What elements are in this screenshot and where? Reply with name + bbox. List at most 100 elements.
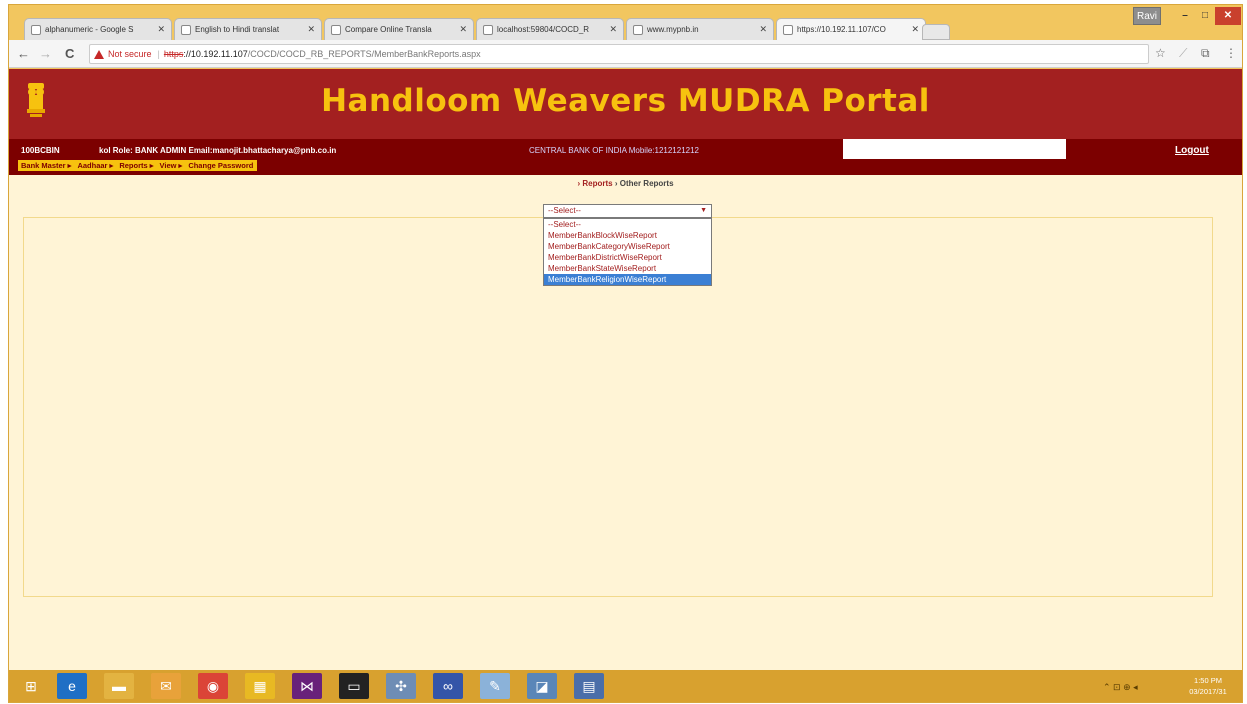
extension-icon[interactable]: ⟋ <box>1179 46 1187 61</box>
connector-icon: ∞ <box>443 678 453 694</box>
portal-title: Handloom Weavers MUDRA Portal <box>321 83 930 119</box>
taskbar-app-button[interactable]: ▭ <box>339 673 369 699</box>
menu-item[interactable]: Bank Master ▸ <box>21 161 71 170</box>
chevron-down-icon: ▼ <box>700 207 707 214</box>
menu-item[interactable]: Change Password <box>188 161 253 170</box>
visual-studio-icon: ⋈ <box>300 677 314 694</box>
tab-title: English to Hindi translat <box>195 25 280 34</box>
menu-item[interactable]: Aadhaar ▸ <box>77 161 113 170</box>
select-value: --Select-- <box>548 206 581 215</box>
close-window-button[interactable]: ✕ <box>1215 7 1241 25</box>
chrome-menu-icon[interactable]: ⋮ <box>1225 46 1237 60</box>
bookmark-star-icon[interactable]: ☆ <box>1155 46 1166 60</box>
tab-close-icon[interactable]: ✕ <box>459 24 467 35</box>
taskbar-app-button[interactable]: ✎ <box>480 673 510 699</box>
file-explorer-icon: ▬ <box>112 678 126 694</box>
report-option[interactable]: MemberBankBlockWiseReport <box>544 230 711 241</box>
page-favicon-icon <box>31 24 41 35</box>
windows-start-icon: ⊞ <box>25 677 37 694</box>
report-type-select[interactable]: --Select-- ▼ <box>543 204 712 218</box>
browser-toolbar: ← → C Not secure | https ://10.192.11.10… <box>9 40 1242 68</box>
url-protocol: https <box>163 49 184 59</box>
user-info-bar: 100BCBIN kol Role: BANK ADMIN Email:mano… <box>9 139 1242 175</box>
address-separator: | <box>157 49 160 59</box>
taskbar-app-button[interactable]: ✉ <box>151 673 181 699</box>
report-type-options: --Select-- MemberBankBlockWiseReport Membe… <box>543 218 712 286</box>
back-button[interactable]: ← <box>17 46 30 62</box>
page-favicon-icon <box>633 24 643 35</box>
report-option[interactable]: MemberBankCategoryWiseReport <box>544 241 711 252</box>
reload-button[interactable]: C <box>65 46 74 62</box>
network-tool-icon: ✣ <box>395 677 407 694</box>
breadcrumb: › Reports › Other Reports <box>9 179 1242 188</box>
user-details: kol Role: BANK ADMIN Email:manojit.bhatt… <box>99 146 337 155</box>
menu-item[interactable]: View ▸ <box>160 161 183 170</box>
report-option[interactable]: MemberBankDistrictWiseReport <box>544 252 711 263</box>
taskbar-app-button[interactable]: ▬ <box>104 673 134 699</box>
maximize-button[interactable]: □ <box>1195 7 1215 25</box>
tab-close-icon[interactable]: ✕ <box>911 24 919 35</box>
browser-tab[interactable]: localhost:59804/COCD_R ✕ <box>476 18 624 40</box>
windows-taskbar: ⊞ ⌃ ⊡ ⊕ ◂ 1:50 PM 03/2017/31 e ▬ ✉ ◉ ▦ ⋈ ▭ ✣ ∞ ✎ ◪… <box>9 670 1242 702</box>
new-tab-button[interactable] <box>922 24 950 40</box>
report-option[interactable]: MemberBankReligionWiseReport <box>544 274 711 285</box>
url-path: /COCD/COCD_RB_REPORTS/MemberBankReports.… <box>247 49 481 59</box>
warning-icon <box>94 49 104 59</box>
taskbar-app-button[interactable]: e <box>57 673 87 699</box>
page-content: Handloom Weavers MUDRA Portal 100BCBIN k… <box>9 69 1242 670</box>
user-id: 100BCBIN <box>21 146 60 155</box>
page-favicon-icon <box>483 24 493 35</box>
notes-icon: ◪ <box>535 677 549 694</box>
taskbar-app-button[interactable]: ∞ <box>433 673 463 699</box>
clock-time: 1:50 PM <box>1194 676 1222 685</box>
taskbar-app-button[interactable]: ◪ <box>527 673 557 699</box>
page-favicon-icon <box>181 24 191 35</box>
browser-tab[interactable]: https://10.192.11.107/CO ✕ <box>776 18 926 40</box>
main-menu: Bank Master ▸ Aadhaar ▸ Reports ▸ View ▸ Cha… <box>18 160 258 171</box>
minimize-button[interactable]: – <box>1175 7 1195 25</box>
notepad-icon: ▤ <box>582 677 596 694</box>
tab-close-icon[interactable]: ✕ <box>609 24 617 35</box>
taskbar-app-button[interactable]: ▦ <box>245 673 275 699</box>
user-profile-button[interactable]: Ravi <box>1133 7 1161 25</box>
report-option[interactable]: MemberBankStateWiseReport <box>544 263 711 274</box>
taskbar-app-button[interactable]: ◉ <box>198 673 228 699</box>
url-host: ://10.192.11.107 <box>183 49 248 59</box>
paint-icon: ✎ <box>489 677 501 694</box>
breadcrumb-other-reports: › Other Reports <box>614 179 674 188</box>
bank-details: CENTRAL BANK OF INDIA Mobile:1212121212 <box>529 146 700 155</box>
app-grid-icon: ▦ <box>253 677 267 694</box>
breadcrumb-reports[interactable]: › Reports <box>577 179 612 188</box>
page-favicon-icon <box>783 24 793 35</box>
start-button[interactable]: ⊞ <box>15 673 47 699</box>
chrome-icon: ◉ <box>206 677 220 694</box>
logout-link[interactable]: Logout <box>1175 145 1209 156</box>
tab-title: Compare Online Transla <box>345 25 432 34</box>
browser-tab[interactable]: alphanumeric - Google S ✕ <box>24 18 172 40</box>
browser-tab[interactable]: English to Hindi translat ✕ <box>174 18 322 40</box>
address-bar[interactable]: Not secure | https ://10.192.11.107 /COC… <box>89 44 1149 64</box>
tab-close-icon[interactable]: ✕ <box>759 24 767 35</box>
tab-title: alphanumeric - Google S <box>45 25 134 34</box>
tab-close-icon[interactable]: ✕ <box>307 24 315 35</box>
tab-title: https://10.192.11.107/CO <box>797 25 886 34</box>
cast-icon[interactable]: ⧉ <box>1201 46 1210 61</box>
terminal-icon: ▭ <box>347 677 361 694</box>
system-tray-icons[interactable]: ⌃ ⊡ ⊕ ◂ <box>1103 682 1138 693</box>
tab-title: www.mypnb.in <box>647 25 699 34</box>
portal-banner: Handloom Weavers MUDRA Portal <box>9 69 1242 139</box>
menu-item[interactable]: Reports ▸ <box>119 161 153 170</box>
browser-tab[interactable]: Compare Online Transla ✕ <box>324 18 474 40</box>
clock[interactable]: 1:50 PM 03/2017/31 <box>1177 675 1239 697</box>
tab-close-icon[interactable]: ✕ <box>157 24 165 35</box>
browser-tab[interactable]: www.mypnb.in ✕ <box>626 18 774 40</box>
outlook-icon: ✉ <box>160 677 172 694</box>
taskbar-app-button[interactable]: ✣ <box>386 673 416 699</box>
internet-explorer-icon: e <box>68 678 76 694</box>
tab-title: localhost:59804/COCD_R <box>497 25 590 34</box>
report-option[interactable]: --Select-- <box>544 219 711 230</box>
taskbar-app-button[interactable]: ⋈ <box>292 673 322 699</box>
forward-button[interactable]: → <box>39 46 52 62</box>
redacted-area <box>843 139 1066 159</box>
taskbar-app-button[interactable]: ▤ <box>574 673 604 699</box>
